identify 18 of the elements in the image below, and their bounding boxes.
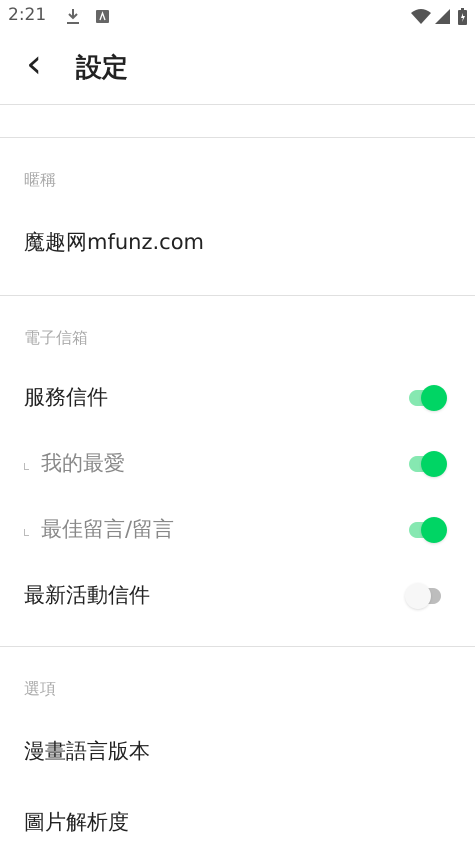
setting-label: 我的最愛 xyxy=(41,450,125,478)
download-icon xyxy=(66,8,80,24)
page-title: 設定 xyxy=(76,52,128,84)
setting-label: 最新活動信件 xyxy=(24,582,150,610)
setting-label: 服務信件 xyxy=(24,384,108,412)
section-label: 選項 xyxy=(23,678,57,700)
back-button[interactable]: ‹ xyxy=(24,44,44,84)
section-label: 暱稱 xyxy=(23,169,57,191)
setting-label[interactable]: 圖片解析度 xyxy=(24,806,129,838)
section-label: 電子信箱 xyxy=(23,327,89,349)
setting-label[interactable]: 魔趣网mfunz.com xyxy=(24,226,204,258)
status-time: 2:21 xyxy=(8,4,46,28)
app-icon xyxy=(96,10,110,22)
signal-icon xyxy=(435,8,450,24)
wifi-icon xyxy=(411,8,431,24)
setting-label[interactable]: 漫畫語言版本 xyxy=(24,736,150,768)
battery-icon xyxy=(458,8,467,24)
setting-label: 最佳留言/留言 xyxy=(41,516,174,544)
